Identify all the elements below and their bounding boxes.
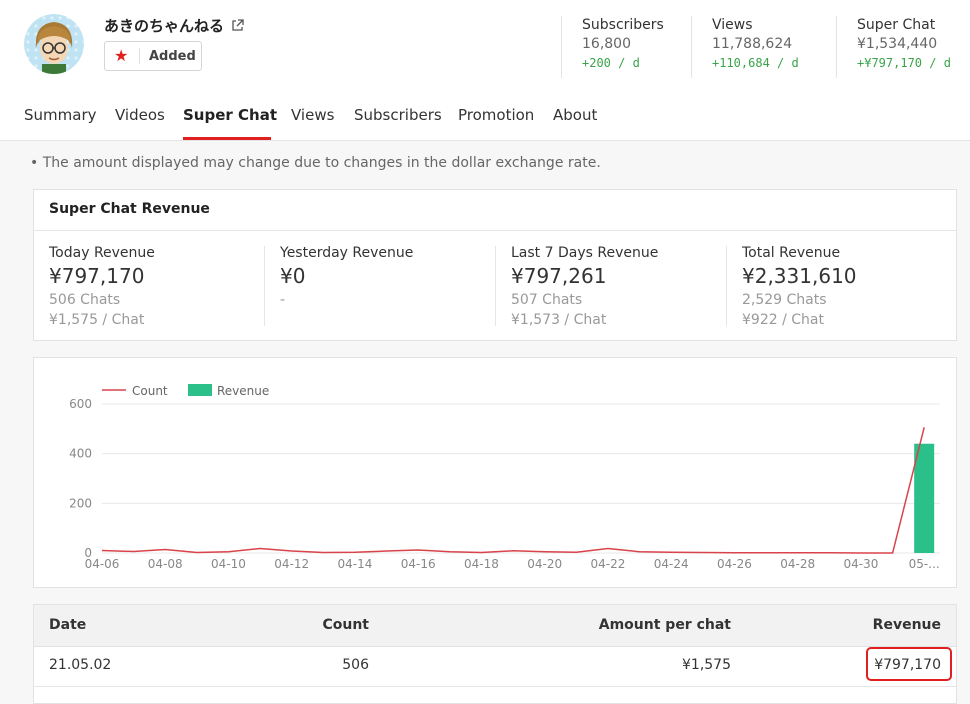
revenue-title: Total Revenue	[742, 245, 841, 261]
x-tick-label: 04-20	[527, 557, 562, 571]
stat-super-chat: Super Chat ¥1,534,440 +¥797,170 / d	[836, 16, 951, 78]
revenue-highlight-box	[866, 647, 952, 681]
x-tick-label: 04-08	[148, 557, 183, 571]
button-divider	[139, 48, 140, 64]
legend-count-label: Count	[132, 384, 168, 398]
channel-name[interactable]: あきのちゃんねる	[104, 15, 224, 36]
tab-videos[interactable]: Videos	[115, 106, 165, 124]
super-chat-chart-card: 600 400 200 0 04-06 04-08 04-10 04-12 04-14 04-16…	[33, 357, 957, 588]
revenue-per-chat: ¥922 / Chat	[742, 312, 824, 328]
avatar-image	[24, 14, 84, 74]
column-header-amount-per-chat[interactable]: Amount per chat	[599, 617, 731, 633]
revenue-chats: -	[280, 292, 286, 308]
revenue-total: Total Revenue ¥2,331,610 2,529 Chats ¥92…	[742, 244, 857, 330]
x-tick-label: 04-22	[591, 557, 626, 571]
column-header-revenue[interactable]: Revenue	[873, 617, 941, 633]
tab-about[interactable]: About	[553, 106, 597, 124]
star-icon: ★	[114, 46, 129, 65]
cell-count: 506	[342, 657, 369, 673]
revenue-chats: 2,529 Chats	[742, 292, 827, 308]
y-tick-label: 200	[69, 496, 92, 510]
x-tick-label: 05-...	[909, 557, 940, 571]
stat-subscribers: Subscribers 16,800 +200 / d	[561, 16, 664, 78]
revenue-yesterday: Yesterday Revenue ¥0 -	[280, 244, 413, 310]
x-tick-label: 04-30	[844, 557, 879, 571]
x-tick-label: 04-26	[717, 557, 752, 571]
added-button[interactable]: ★ Added	[104, 41, 202, 71]
cell-amount-per-chat: ¥1,575	[682, 657, 731, 673]
table-header-row	[34, 605, 956, 647]
tab-super-chat[interactable]: Super Chat	[183, 106, 277, 124]
tab-subscribers[interactable]: Subscribers	[354, 106, 442, 124]
revenue-per-chat: ¥1,573 / Chat	[511, 312, 607, 328]
active-tab-indicator	[183, 137, 271, 140]
revenue-last-7-days: Last 7 Days Revenue ¥797,261 507 Chats ¥…	[511, 244, 658, 330]
super-chat-chart: 600400200004-06 04-08 04-10 04-12 04-14 04-16…	[69, 384, 940, 571]
tab-views[interactable]: Views	[291, 106, 334, 124]
x-tick-label: 04-12	[274, 557, 309, 571]
legend-revenue-label: Revenue	[217, 384, 269, 398]
stat-title: Subscribers	[582, 17, 664, 33]
legend-revenue-swatch	[188, 384, 212, 396]
x-tick-label: 04-16	[401, 557, 436, 571]
tab-promotion[interactable]: Promotion	[458, 106, 534, 124]
cell-date: 21.05.02	[49, 657, 112, 673]
revenue-value: ¥0	[280, 264, 306, 288]
count-line	[101, 427, 925, 554]
revenue-title: Last 7 Days Revenue	[511, 245, 659, 261]
y-tick-label: 400	[69, 447, 92, 461]
column-divider	[264, 246, 265, 326]
x-tick-label: 04-10	[211, 557, 246, 571]
revenue-title: Today Revenue	[49, 245, 155, 261]
stat-title: Views	[712, 17, 753, 33]
revenue-value: ¥2,331,610	[742, 264, 857, 288]
column-divider	[495, 246, 496, 326]
x-tick-label: 04-18	[464, 557, 499, 571]
revenue-bar	[914, 443, 935, 553]
x-tick-label: 04-24	[654, 557, 689, 571]
external-link-icon[interactable]	[231, 17, 244, 36]
added-label: Added	[149, 49, 196, 64]
stat-delta: +110,684 / d	[712, 56, 799, 70]
stat-value: 11,788,624	[712, 36, 793, 52]
revenue-value: ¥797,261	[511, 264, 607, 288]
channel-header: あきのちゃんねる ★ Added Subscribers 16,800 +200…	[0, 0, 970, 141]
super-chat-revenue-card: Super Chat Revenue Today Revenue ¥797,17…	[33, 189, 957, 341]
x-tick-label: 04-28	[780, 557, 815, 571]
y-tick-label: 600	[69, 397, 92, 411]
stat-delta: +200 / d	[582, 56, 640, 70]
column-divider	[726, 246, 727, 326]
revenue-today: Today Revenue ¥797,170 506 Chats ¥1,575 …	[49, 244, 155, 330]
revenue-per-chat: ¥1,575 / Chat	[49, 312, 145, 328]
super-chat-table: Date Count Amount per chat Revenue 21.05…	[33, 604, 957, 704]
revenue-chats: 507 Chats	[511, 292, 583, 308]
exchange-rate-note: • The amount displayed may change due to…	[30, 155, 601, 171]
row-separator	[34, 686, 956, 687]
channel-avatar[interactable]	[24, 14, 84, 74]
x-tick-label: 04-14	[338, 557, 373, 571]
tab-summary[interactable]: Summary	[24, 106, 97, 124]
card-separator	[34, 230, 956, 231]
stat-title: Super Chat	[857, 17, 936, 33]
stat-views: Views 11,788,624 +110,684 / d	[691, 16, 799, 78]
card-title: Super Chat Revenue	[49, 201, 210, 217]
column-header-date[interactable]: Date	[49, 617, 86, 633]
revenue-title: Yesterday Revenue	[280, 245, 414, 261]
revenue-chats: 506 Chats	[49, 292, 121, 308]
stat-delta: +¥797,170 / d	[857, 56, 951, 70]
stat-value: ¥1,534,440	[857, 36, 938, 52]
revenue-value: ¥797,170	[49, 264, 145, 288]
column-header-count[interactable]: Count	[322, 617, 369, 633]
x-tick-label: 04-06	[85, 557, 120, 571]
stat-value: 16,800	[582, 36, 631, 52]
